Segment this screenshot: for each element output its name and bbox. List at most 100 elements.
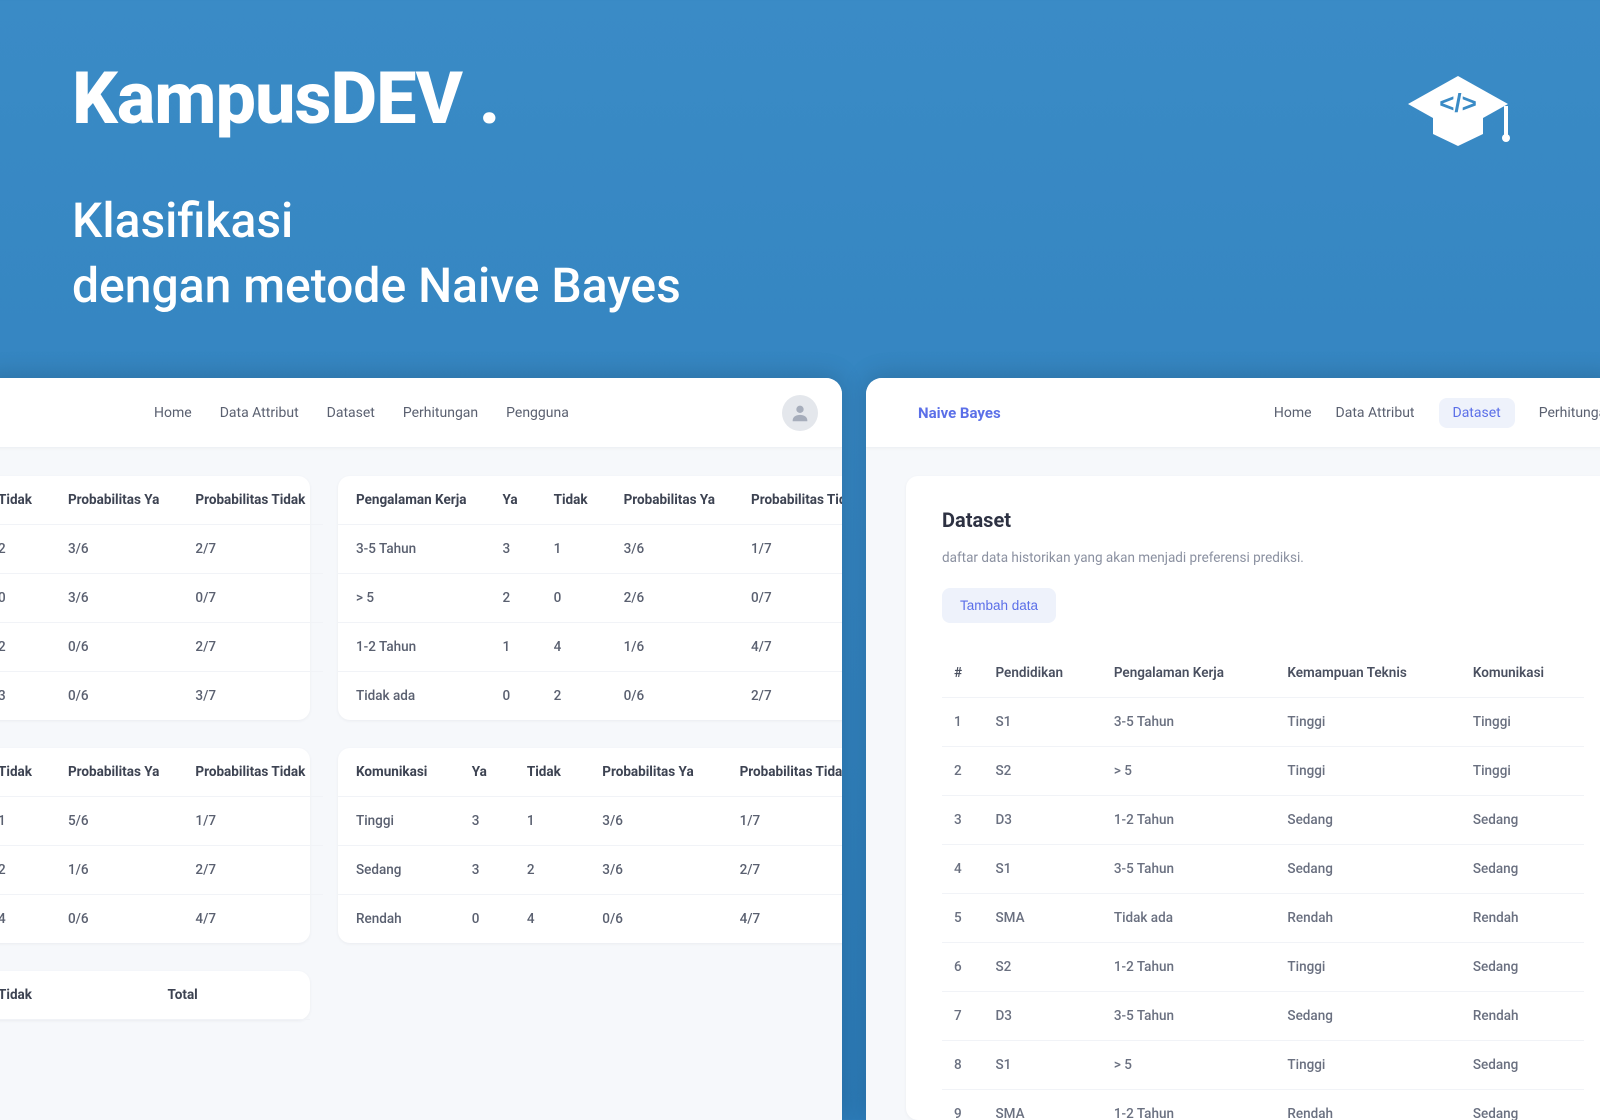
- table-cell: 2: [484, 574, 535, 623]
- nav2-perhitungan[interactable]: Perhitungan: [1539, 405, 1600, 421]
- pengalaman-table: Pengalaman KerjaYaTidakProbabilitas YaPr…: [338, 476, 842, 720]
- dataset-table: #PendidikanPengalaman KerjaKemampuan Tek…: [942, 649, 1584, 1120]
- nav-home[interactable]: Home: [154, 405, 192, 421]
- table-row: 1-2 Tahun141/64/7: [338, 623, 842, 672]
- nav-pengguna[interactable]: Pengguna: [506, 405, 569, 421]
- nav-right: Home Data Attribut Dataset Perhitungan: [1274, 398, 1600, 428]
- nav-dataset[interactable]: Dataset: [327, 405, 375, 421]
- table-cell: Tinggi: [1275, 1041, 1460, 1090]
- table-cell: 2/7: [177, 846, 323, 895]
- table-cell: Rendah: [1461, 992, 1584, 1041]
- table-row: 40/64/7: [0, 895, 323, 944]
- table-cell: 1/6: [606, 623, 733, 672]
- table-cell: 1-2 Tahun: [338, 623, 484, 672]
- table-row: Tinggi313/61/7: [338, 797, 842, 846]
- table-cell: 4: [942, 845, 983, 894]
- table-cell: 2/7: [722, 846, 842, 895]
- table-cell: S1: [983, 698, 1101, 747]
- table-cell: 2/7: [177, 525, 323, 574]
- panels: Home Data Attribut Dataset Perhitungan P…: [0, 378, 1600, 1120]
- hero: KampusDEV . Klasifikasi dengan metode Na…: [0, 0, 1600, 359]
- table-header: Probabilitas Tidak: [177, 476, 323, 525]
- table-cell: 3/6: [584, 797, 721, 846]
- user-icon: [789, 402, 811, 424]
- table-cell: 7: [942, 992, 983, 1041]
- dataset-card: Dataset daftar data historikan yang akan…: [906, 476, 1600, 1120]
- table-cell: D3: [983, 796, 1101, 845]
- table-row: 7D33-5 TahunSedangRendah: [942, 992, 1584, 1041]
- card-table1: TidakProbabilitas YaProbabilitas Tidak23…: [0, 476, 310, 720]
- nav2-dataset[interactable]: Dataset: [1439, 398, 1515, 428]
- table-header: Probabilitas Tidak: [722, 748, 842, 797]
- table-cell: Sedang: [1275, 796, 1460, 845]
- table-cell: 2: [0, 846, 50, 895]
- table-cell: S1: [983, 1041, 1101, 1090]
- table-cell: 0/6: [50, 623, 177, 672]
- table-cell: 0: [536, 574, 606, 623]
- add-data-button[interactable]: Tambah data: [942, 588, 1056, 623]
- table-cell: 3: [454, 797, 509, 846]
- table-header: Probabilitas Tidak: [177, 748, 323, 797]
- table-header: Pengalaman Kerja: [338, 476, 484, 525]
- table-cell: 1/7: [733, 525, 842, 574]
- table-cell: 1: [484, 623, 535, 672]
- table-cell: Sedang: [1461, 1090, 1584, 1120]
- table-header: Tidak: [0, 748, 50, 797]
- table-cell: 0: [484, 672, 535, 721]
- table-row: > 5202/60/7: [338, 574, 842, 623]
- table-cell: 2: [0, 623, 50, 672]
- table-cell: 1: [536, 525, 606, 574]
- panel-dataset: Naive Bayes Home Data Attribut Dataset P…: [866, 378, 1600, 1120]
- table-cell: 1-2 Tahun: [1102, 1090, 1276, 1120]
- nav2-data-attribut[interactable]: Data Attribut: [1336, 405, 1415, 421]
- table-cell: Sedang: [338, 846, 454, 895]
- table-cell: > 5: [1102, 747, 1276, 796]
- nav-perhitungan[interactable]: Perhitungan: [403, 405, 478, 421]
- table-cell: 5/6: [50, 797, 177, 846]
- table-header: Total: [150, 971, 310, 1020]
- nav2-home[interactable]: Home: [1274, 405, 1312, 421]
- table-row: 2S2> 5TinggiTinggi: [942, 747, 1584, 796]
- table-cell: 1/6: [50, 846, 177, 895]
- topbar-left: Home Data Attribut Dataset Perhitungan P…: [0, 378, 842, 448]
- table-cell: S2: [983, 943, 1101, 992]
- nav-data-attribut[interactable]: Data Attribut: [220, 405, 299, 421]
- dataset-title: Dataset: [942, 508, 1584, 532]
- table-cell: 1-2 Tahun: [1102, 943, 1276, 992]
- table-cell: 1: [942, 698, 983, 747]
- table-row: 1S13-5 TahunTinggiTinggi: [942, 698, 1584, 747]
- table-cell: 2: [509, 846, 584, 895]
- table-cell: 8: [942, 1041, 983, 1090]
- brand-logo-icon: </>: [1388, 56, 1528, 161]
- table-cell: 3/6: [50, 525, 177, 574]
- table-header: Ya: [484, 476, 535, 525]
- table-cell: Tinggi: [1461, 698, 1584, 747]
- table-cell: 0/7: [733, 574, 842, 623]
- table-cell: 2/6: [606, 574, 733, 623]
- table-row: 3-5 Tahun313/61/7: [338, 525, 842, 574]
- table-cell: 3: [484, 525, 535, 574]
- table-header: Pengalaman Kerja: [1102, 649, 1276, 698]
- table-cell: 3/6: [584, 846, 721, 895]
- card-pengalaman: Pengalaman KerjaYaTidakProbabilitas YaPr…: [338, 476, 842, 720]
- table-header: Probabilitas Tidak: [733, 476, 842, 525]
- table-row: 5SMATidak adaRendahRendah: [942, 894, 1584, 943]
- brand-small[interactable]: Naive Bayes: [918, 404, 1001, 422]
- card-komunikasi: KomunikasiYaTidakProbabilitas YaProbabil…: [338, 748, 842, 943]
- table-cell: 3/6: [50, 574, 177, 623]
- table-cell: 3: [0, 672, 50, 721]
- table-cell: 9: [942, 1090, 983, 1120]
- table-row: 4S13-5 TahunSedangSedang: [942, 845, 1584, 894]
- panel-perhitungan: Home Data Attribut Dataset Perhitungan P…: [0, 378, 842, 1120]
- table-cell: Sedang: [1461, 943, 1584, 992]
- table-cell: 3-5 Tahun: [1102, 845, 1276, 894]
- table-header: Probabilitas Ya: [606, 476, 733, 525]
- table-cell: 4: [536, 623, 606, 672]
- avatar[interactable]: [782, 395, 818, 431]
- table-cell: 5: [942, 894, 983, 943]
- table-cell: 3/7: [177, 672, 323, 721]
- table-cell: Sedang: [1275, 845, 1460, 894]
- table-cell: 4: [0, 895, 50, 944]
- table-cell: SMA: [983, 1090, 1101, 1120]
- table-cell: 1-2 Tahun: [1102, 796, 1276, 845]
